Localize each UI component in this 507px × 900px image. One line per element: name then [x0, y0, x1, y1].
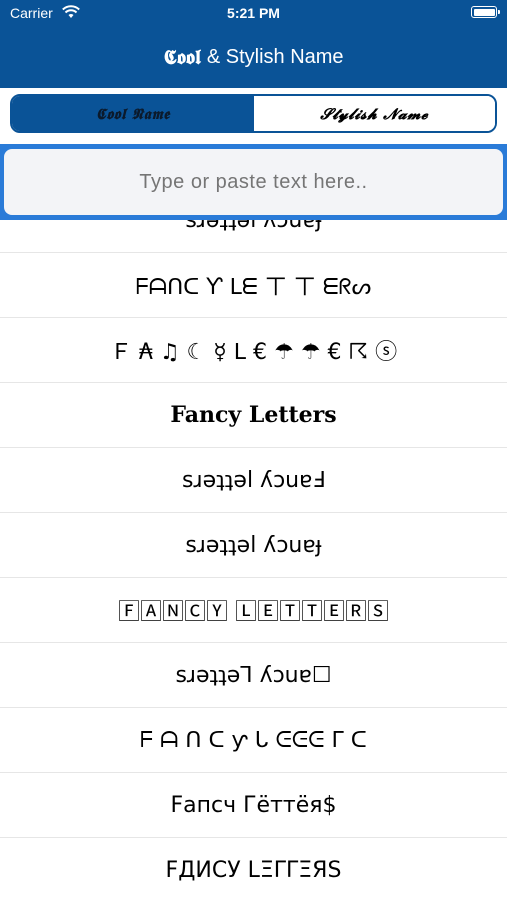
list-item[interactable]: Fancy Letters	[0, 383, 507, 448]
text-input[interactable]	[4, 149, 503, 215]
list-item[interactable]: sɹǝʇʇǝl ʎɔuɐℲ	[0, 448, 507, 513]
list-item[interactable]: Ｆ ₳ ♫ ☾ ☿ ᒪ € ☂ ☂ € ☈ ⓢ	[0, 318, 507, 383]
nav-bar: 𝕮𝖔𝖔𝖑 & Stylish Name	[0, 26, 507, 88]
segment-stylish-name[interactable]: 𝓢𝓽𝔂𝓵𝓲𝓼𝓱 𝓝𝓪𝓶𝓮	[253, 96, 495, 131]
segment-cool-name[interactable]: 𝕮𝖔𝖔𝖑 𝕹𝖆𝖒𝖊	[12, 96, 254, 131]
list-item[interactable]: sɹǝʇʇǝl ʎɔuɐɟ	[0, 220, 507, 253]
mode-segmented-control: 𝕮𝖔𝖔𝖑 𝕹𝖆𝖒𝖊 𝓢𝓽𝔂𝓵𝓲𝓼𝓱 𝓝𝓪𝓶𝓮	[10, 94, 497, 133]
nav-title: & Stylish Name	[206, 45, 344, 68]
list-item[interactable]: ᖴ ᗩ ᑎ ᑕ ƴ ᒐ ᕮᕮᕮ ᒥ ᑕ	[0, 708, 507, 773]
list-item[interactable]: FДИСУ LΞΓΓΞЯS	[0, 838, 507, 900]
input-container	[0, 144, 507, 220]
list-item[interactable]: ᖴᗩᑎᑕ Ƴ ᒪᗴ ㄒ ㄒ ᗴᖇᔕ	[0, 253, 507, 318]
list-item[interactable]: 🄵🄰🄽🄲🅈 🄻🄴🅃🅃🄴🅁🅂	[0, 578, 507, 643]
status-bar: Carrier 5:21 PM	[0, 0, 507, 26]
list-item[interactable]: sɹǝʇʇǝ⅂ ʎɔuɐ☐	[0, 643, 507, 708]
list-item[interactable]: sɹǝʇʇǝl ʎɔuɐɟ	[0, 513, 507, 578]
styles-list: sɹǝʇʇǝl ʎɔuɐɟ ᖴᗩᑎᑕ Ƴ ᒪᗴ ㄒ ㄒ ᗴᖇᔕ Ｆ ₳ ♫ ☾ …	[0, 220, 507, 900]
list-item[interactable]: Fапсч Гёттёя$	[0, 773, 507, 838]
clock: 5:21 PM	[227, 5, 280, 21]
nav-title-prefix: 𝕮𝖔𝖔𝖑	[163, 45, 201, 69]
battery-icon	[471, 6, 500, 18]
